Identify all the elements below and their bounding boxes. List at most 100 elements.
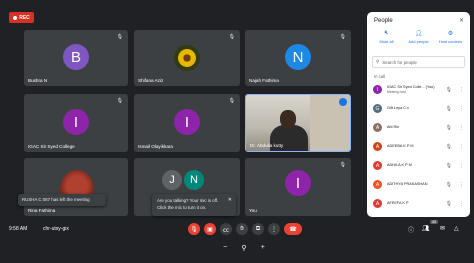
search-input[interactable]: ⚲ Search for people [372,56,465,68]
close-icon[interactable]: ✕ [459,17,464,24]
participant-name: IGAC Sir Syed College [28,144,75,149]
toast-line-2: Click the mic to turn it on. [157,205,207,210]
mic-off-icon[interactable]: 🎙︎ [446,144,452,150]
mic-off-icon[interactable]: 🎙︎ [446,87,452,93]
section-label: In call [374,74,385,79]
search-placeholder: Search for people [382,59,417,65]
record-dot-icon [13,15,18,20]
present-icon: ⧉ [255,225,261,232]
close-icon[interactable]: ✕ [228,197,232,204]
mic-off-icon[interactable]: 🎙︎ [446,163,452,169]
participant-list: I IGAC Sir Syed Colle... (You) Meeting hos… [371,80,467,213]
bottom-toolbar: 9:58 AM chr-utsy-gix 🎙︎ ▣ ㏄ ✋︎ ⧉ ⋮ ☎︎ ⓘ … [0,219,474,241]
info-icon[interactable]: ⓘ [408,225,414,234]
mic-off-icon: 🎙︎ [228,34,235,40]
participant-tile[interactable]: I 🎙︎ IGAC Sir Syed College [24,94,128,152]
zoom-controls: − ⚲ + [216,241,272,254]
avatar: B [63,44,89,70]
participant-tile[interactable]: B 🎙︎ Bushra N [24,30,128,86]
more-vert-icon[interactable]: ⋮ [459,182,464,188]
self-tile[interactable]: I 🎙︎ You [245,158,351,216]
toast-line-1: Are you talking? Your mic is off. [157,198,219,203]
avatar: I [174,109,200,135]
captions-icon: ㏄ [222,227,229,234]
participant-name: You [249,208,257,213]
more-vert-icon[interactable]: ⋮ [459,144,464,150]
participant-row[interactable]: G Gift Leya C.v 🎙︎ ⋮ [371,99,467,118]
avatar: A [373,199,382,208]
host-controls-button[interactable]: ⚙︎ Host controls [435,30,466,52]
participant-row[interactable]: A Abi Rin 🎙︎ ⋮ [371,118,467,137]
camera-off-icon: ▣ [207,226,213,233]
participant-name: ADITHYA PRAKASHAN [387,182,428,186]
participant-row[interactable]: A ADITHYA PRAKASHAN 🎙︎ ⋮ [371,175,467,194]
participant-tile[interactable]: N 🎙︎ Najah Fathima [245,30,351,86]
flower-icon [178,49,196,67]
mic-off-icon[interactable]: 🎙︎ [446,201,452,207]
leave-call-button[interactable]: ☎︎ [284,223,302,235]
participant-name: AFEEFA K P [387,201,409,205]
recording-badge: REC [9,12,34,23]
camera-toggle-button[interactable]: ▣ [204,223,216,235]
mic-off-icon[interactable]: 🎙︎ [446,182,452,188]
host-controls-icon: ⚙︎ [447,31,454,37]
mic-off-toast: Are you talking? Your mic is off. Click … [152,194,236,216]
participant-video-tile[interactable]: Dr. Abdulla kutty [245,94,351,152]
mic-off-icon: 🎙︎ [116,98,123,104]
phone-hangup-icon: ☎︎ [289,226,297,233]
mic-off-icon: 🎙︎ [116,34,123,40]
more-vert-icon[interactable]: ⋮ [459,87,464,93]
more-vert-icon[interactable]: ⋮ [459,201,464,207]
raise-hand-button[interactable]: ✋︎ [236,223,248,235]
mic-off-icon: 🎙︎ [339,34,346,40]
people-panel: People ✕ 🔇︎ Mute all 👤︎ Add people ⚙︎ Ho… [367,12,470,217]
chat-icon[interactable]: ✉︎ [440,225,445,232]
avatar: I [63,109,89,135]
meeting-code: chr-utsy-gix [43,226,69,232]
mic-off-icon[interactable]: 🎙︎ [446,125,452,131]
avatar [174,45,200,71]
participant-row[interactable]: I IGAC Sir Syed Colle... (You) Meeting hos… [371,80,467,99]
zoom-in-icon[interactable]: + [261,244,265,251]
participant-row[interactable]: A AFEEFA K P 🎙︎ ⋮ [371,194,467,213]
present-button[interactable]: ⧉ [252,223,264,235]
participant-row[interactable]: A ADHILA K P M 🎙︎ ⋮ [371,156,467,175]
more-vert-icon[interactable]: ⋮ [459,106,464,112]
mic-off-icon[interactable]: 🎙︎ [446,106,452,112]
captions-button[interactable]: ㏄ [220,223,232,235]
avatar: N [184,170,204,190]
avatar: I [373,85,382,94]
mic-off-icon: 🎙︎ [228,98,235,104]
mute-all-button[interactable]: 🔇︎ Mute all [371,30,402,52]
more-vert-icon[interactable]: ⋮ [459,125,464,131]
search-icon: ⚲ [376,59,380,64]
mic-off-icon: 🎙︎ [190,226,198,233]
participant-name: Bushra N [28,78,48,83]
more-vert-icon[interactable]: ⋮ [459,163,464,169]
participant-name: Rina Fathima [28,208,56,213]
participant-tile[interactable]: 🎙︎ Shifana Aziz [134,30,240,86]
more-options-button[interactable]: ⋮ [268,223,280,235]
participant-name: Gift Leya C.v [387,106,409,110]
mic-toggle-button[interactable]: 🎙︎ [188,223,200,235]
avatar: I [285,170,311,196]
avatar: N [285,44,311,70]
participant-name: ADHILA K P M [387,163,412,167]
hand-icon: ✋︎ [240,225,244,232]
activities-icon[interactable]: △ [454,225,459,232]
avatar: A [373,161,382,170]
participant-row[interactable]: A ADEEBA K P M 🎙︎ ⋮ [371,137,467,156]
participant-role: Meeting host [387,89,406,94]
participant-tile[interactable]: I 🎙︎ Ismail Olayikkara [134,94,240,152]
magnifier-icon[interactable]: ⚲ [241,244,246,252]
more-vert-icon: ⋮ [271,226,277,233]
add-people-button[interactable]: 👤︎ Add people [403,30,434,52]
participant-tile[interactable]: Rina Fathima [24,158,128,216]
participant-name: ADEEBA K P M [387,144,414,148]
speaking-indicator-icon [339,98,347,106]
add-person-icon: 👤︎ [414,31,423,37]
avatar: J [162,170,182,190]
zoom-out-icon[interactable]: − [223,244,227,251]
panel-title: People [374,18,393,24]
people-icon[interactable]: 👥︎ [422,225,430,232]
